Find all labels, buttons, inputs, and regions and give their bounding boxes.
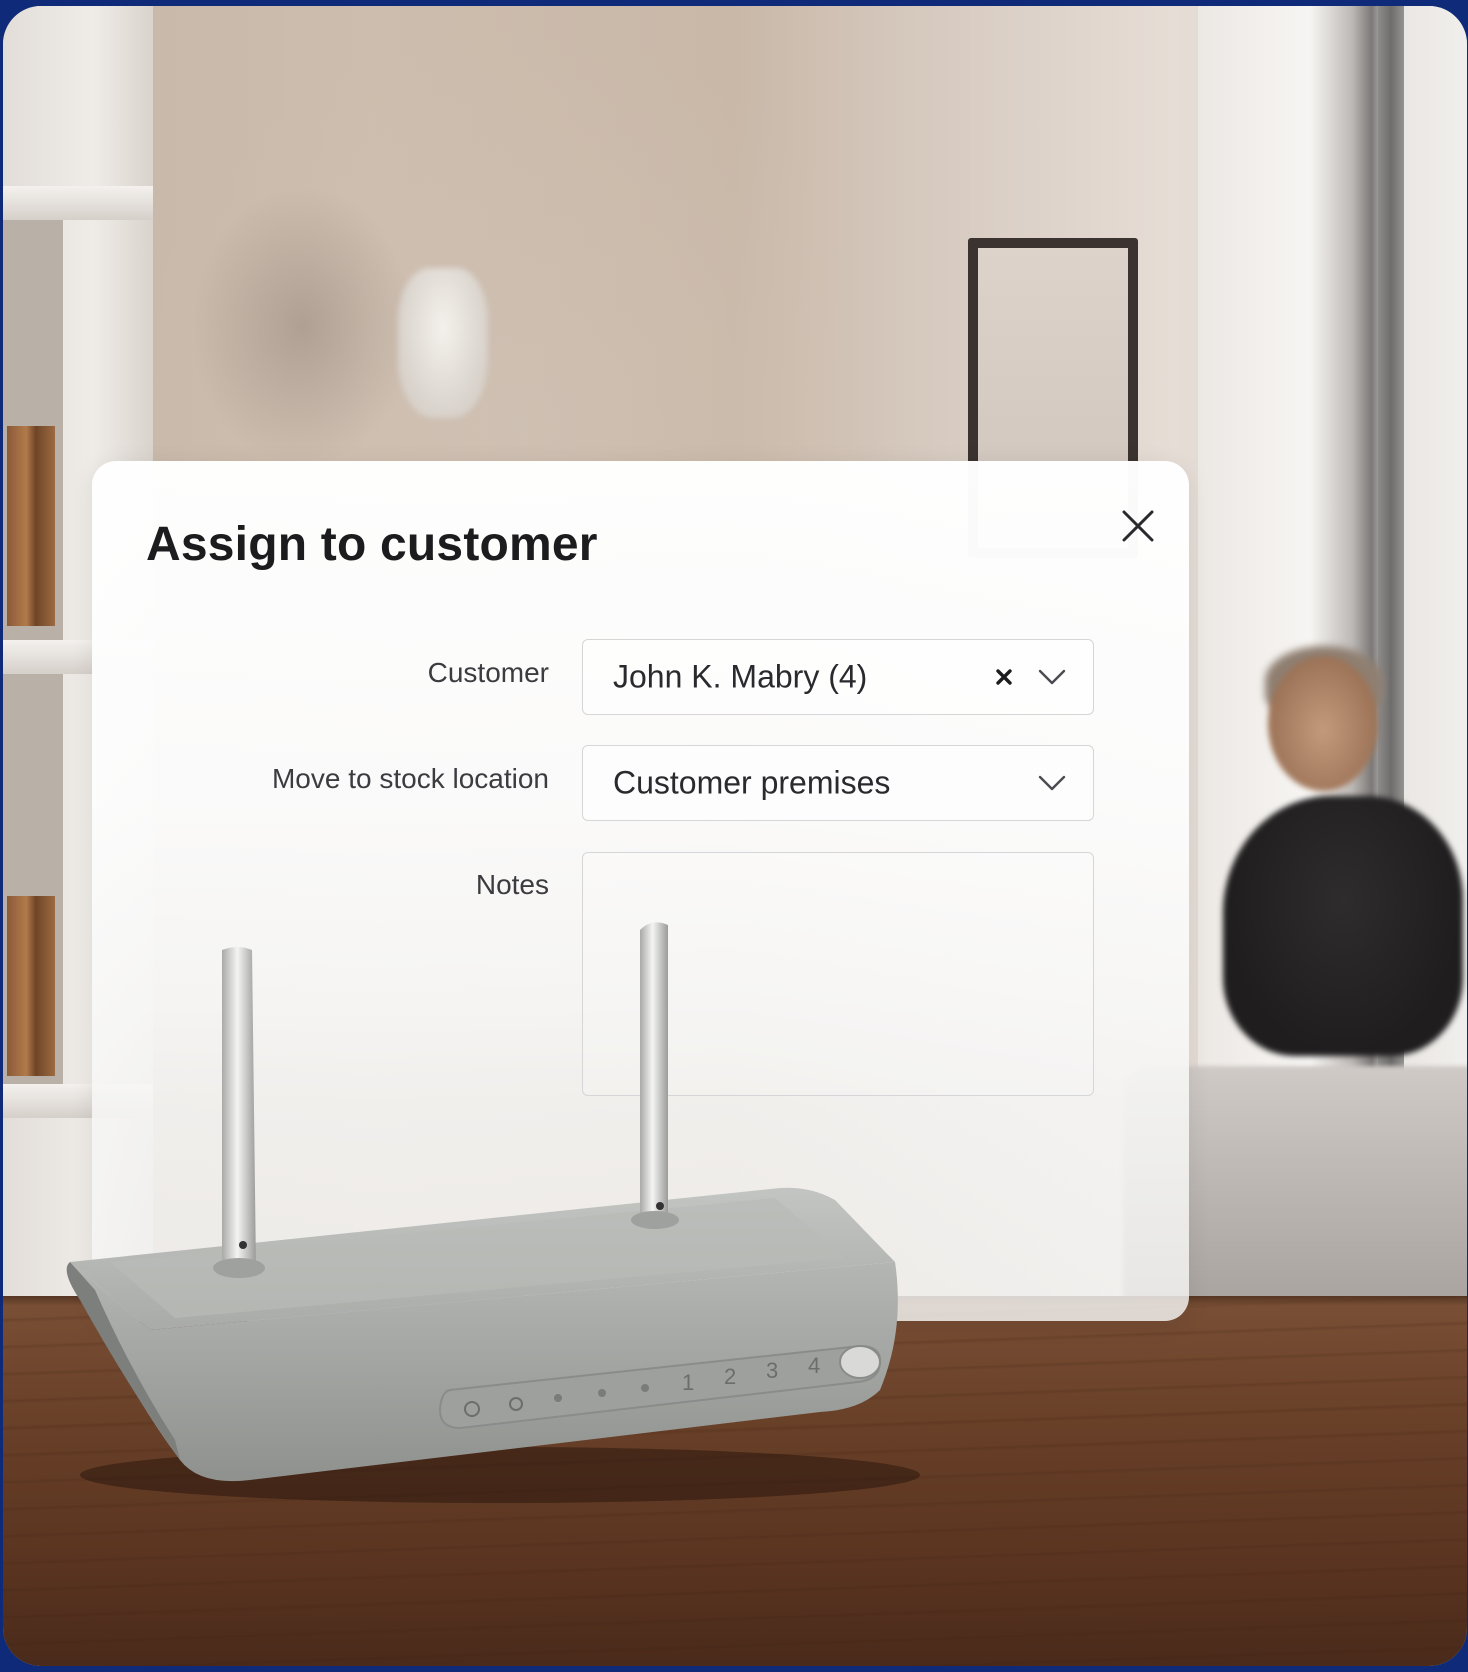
clear-icon	[996, 669, 1012, 685]
background-table	[3, 1296, 1467, 1666]
notes-textarea[interactable]	[582, 852, 1094, 1096]
clear-customer-button[interactable]	[995, 668, 1013, 686]
chevron-down-icon	[1038, 669, 1066, 685]
notes-label: Notes	[475, 869, 549, 900]
stock-location-select[interactable]: Customer premises	[582, 745, 1094, 821]
background-person	[1223, 796, 1463, 1056]
shelf-books	[7, 426, 55, 626]
dialog-title: Assign to customer	[146, 518, 598, 571]
assign-customer-dialog: Assign to customer Customer John K. Mabr…	[92, 461, 1189, 1321]
background-lamp	[398, 268, 488, 418]
close-icon	[1122, 510, 1154, 542]
shelf-board	[3, 186, 153, 220]
stock-location-label: Move to stock location	[271, 763, 549, 794]
chevron-down-icon	[1038, 775, 1066, 791]
stock-location-select-value: Customer premises	[613, 764, 891, 801]
customer-select[interactable]: John K. Mabry (4)	[582, 639, 1094, 715]
shelf-books	[7, 896, 55, 1076]
background-person-head	[1268, 656, 1378, 791]
customer-label: Customer	[427, 657, 549, 688]
customer-select-value: John K. Mabry (4)	[613, 658, 868, 695]
close-button[interactable]	[1115, 503, 1161, 549]
